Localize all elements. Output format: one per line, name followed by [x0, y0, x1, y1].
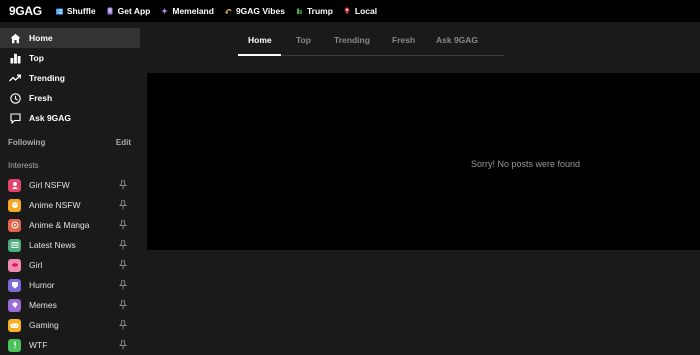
shuffle-icon	[55, 7, 63, 15]
interest-label: Anime NSFW	[29, 200, 81, 210]
sidebar-item-ask-9gag[interactable]: Ask 9GAG	[0, 108, 140, 128]
interest-avatar	[8, 218, 21, 232]
clock-icon	[9, 92, 21, 104]
pin-icon[interactable]	[118, 260, 127, 270]
sidebar-item-label: Top	[29, 53, 44, 63]
interest-label: Gaming	[29, 320, 59, 330]
9gag-logo[interactable]: 9GAG	[9, 4, 42, 18]
topbar-link-get-app[interactable]: Get App	[107, 6, 151, 16]
sidebar-interest-memes[interactable]: Memes	[0, 295, 140, 315]
sidebar: Home Top Trending Fresh Ask 9GAG Followi…	[0, 22, 140, 352]
interest-label: Girl	[29, 260, 43, 270]
pin-icon[interactable]	[118, 240, 127, 250]
topbar-link-9gag-vibes[interactable]: 9GAG Vibes	[225, 6, 285, 16]
topbar-link-local[interactable]: Local	[344, 6, 377, 16]
sidebar-item-label: Trending	[29, 73, 65, 83]
sidebar-interest-wtf[interactable]: WTF	[0, 335, 140, 355]
topbar-link-label: Local	[354, 6, 378, 16]
pin-icon[interactable]	[118, 220, 127, 230]
interest-label: Humor	[29, 280, 55, 290]
empty-feed-message: Sorry! No posts were found	[471, 159, 581, 169]
topbar-link-label: Shuffle	[66, 6, 96, 16]
tab-trending[interactable]: Trending	[334, 35, 370, 45]
interest-label: WTF	[29, 340, 48, 350]
interest-avatar	[8, 298, 21, 312]
interest-label: Latest News	[29, 240, 76, 250]
trump-icon	[296, 8, 303, 15]
pin-icon[interactable]	[118, 340, 127, 350]
interest-avatar	[8, 338, 21, 352]
topbar-link-shuffle[interactable]: Shuffle	[55, 6, 96, 16]
topbar-link-label: 9GAG Vibes	[235, 6, 285, 16]
tab-top[interactable]: Top	[296, 35, 311, 45]
interest-avatar	[8, 278, 21, 292]
top-icon	[9, 52, 21, 64]
interest-avatar	[8, 178, 21, 192]
tab-fresh[interactable]: Fresh	[392, 35, 415, 45]
top-bar: 9GAG Shuffle Get App Memeland 9GAG Vibes…	[0, 0, 700, 22]
topbar-link-label: Trump	[306, 6, 333, 16]
pin-icon[interactable]	[118, 180, 127, 190]
sidebar-interest-latest-news[interactable]: Latest News	[0, 235, 140, 255]
sidebar-interest-gaming[interactable]: Gaming	[0, 315, 140, 335]
sidebar-interest-humor[interactable]: Humor	[0, 275, 140, 295]
pin-icon[interactable]	[118, 320, 127, 330]
sidebar-interest-anime-nsfw[interactable]: Anime NSFW	[0, 195, 140, 215]
sidebar-interest-girl[interactable]: Girl	[0, 255, 140, 275]
interest-avatar	[8, 198, 21, 212]
interests-heading: Interests	[8, 161, 39, 170]
sidebar-interest-girl-nsfw[interactable]: Girl NSFW	[0, 175, 140, 195]
chat-icon	[9, 112, 21, 124]
pin-icon[interactable]	[118, 200, 127, 210]
interest-avatar	[8, 318, 21, 332]
vibes-icon	[225, 8, 232, 15]
active-tab-indicator	[238, 54, 281, 56]
home-icon	[9, 32, 21, 44]
interest-label: Girl NSFW	[29, 180, 70, 190]
sidebar-item-fresh[interactable]: Fresh	[0, 88, 140, 108]
feed-tabs: Home Top Trending Fresh Ask 9GAG	[238, 29, 504, 56]
trending-icon	[9, 72, 21, 84]
phone-icon	[107, 7, 114, 15]
pin-icon[interactable]	[118, 280, 127, 290]
feed-content: Sorry! No posts were found	[147, 73, 700, 250]
interest-avatar	[8, 258, 21, 272]
following-heading: Following	[8, 138, 46, 147]
edit-following-button[interactable]: Edit	[116, 138, 131, 147]
interest-label: Memes	[29, 300, 57, 310]
topbar-link-trump[interactable]: Trump	[296, 6, 333, 16]
tab-ask-9gag[interactable]: Ask 9GAG	[436, 35, 478, 45]
sidebar-item-label: Ask 9GAG	[29, 113, 72, 123]
sidebar-interest-anime-manga[interactable]: Anime & Manga	[0, 215, 140, 235]
interest-label: Anime & Manga	[29, 220, 90, 230]
topbar-link-label: Get App	[117, 6, 151, 16]
sidebar-item-home[interactable]: Home	[0, 28, 140, 48]
tab-home[interactable]: Home	[248, 35, 272, 45]
location-pin-icon	[344, 7, 351, 15]
sidebar-item-trending[interactable]: Trending	[0, 68, 140, 88]
memeland-icon	[161, 7, 168, 15]
interest-avatar	[8, 238, 21, 252]
pin-icon[interactable]	[118, 300, 127, 310]
sidebar-item-top[interactable]: Top	[0, 48, 140, 68]
topbar-link-memeland[interactable]: Memeland	[161, 6, 214, 16]
topbar-link-label: Memeland	[172, 6, 214, 16]
sidebar-item-label: Fresh	[29, 93, 53, 103]
sidebar-item-label: Home	[29, 33, 53, 43]
